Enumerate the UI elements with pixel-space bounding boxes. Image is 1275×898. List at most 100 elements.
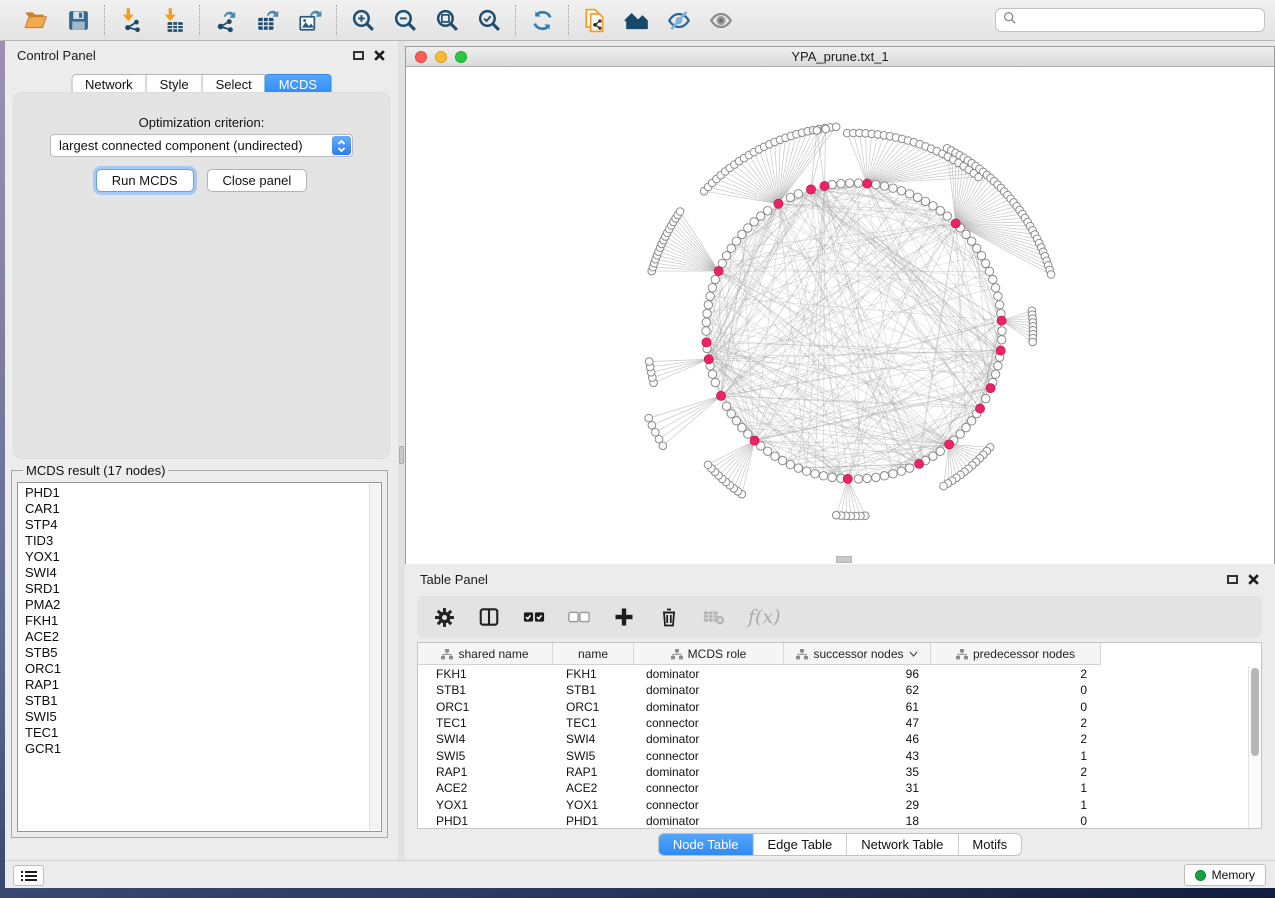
table-cell: 2 bbox=[931, 716, 1101, 730]
table-cell: connector bbox=[634, 781, 784, 795]
mcds-result-item[interactable]: FKH1 bbox=[25, 613, 381, 629]
mcds-result-item[interactable]: STP4 bbox=[25, 517, 381, 533]
mcds-result-item[interactable]: ACE2 bbox=[25, 629, 381, 645]
select-all-icon[interactable] bbox=[523, 606, 545, 628]
float-table-panel-icon[interactable] bbox=[1227, 575, 1238, 584]
network-title: YPA_prune.txt_1 bbox=[406, 47, 1274, 67]
mcds-result-item[interactable]: GCR1 bbox=[25, 741, 381, 757]
mcds-result-item[interactable]: RAP1 bbox=[25, 677, 381, 693]
network-titlebar[interactable]: YPA_prune.txt_1 bbox=[406, 47, 1274, 67]
zoom-in-icon[interactable] bbox=[350, 7, 376, 33]
network-graph bbox=[406, 68, 1274, 564]
export-network-icon[interactable] bbox=[213, 7, 239, 33]
close-panel-icon[interactable] bbox=[373, 49, 386, 62]
table-row[interactable]: ACE2ACE2connector311 bbox=[418, 780, 1248, 796]
right-area: YPA_prune.txt_1 Table Panel bbox=[405, 41, 1275, 860]
table-cell: 62 bbox=[784, 683, 931, 697]
table-row[interactable]: STB1STB1dominator620 bbox=[418, 682, 1248, 698]
table-row[interactable]: SWI5SWI5connector431 bbox=[418, 747, 1248, 763]
mcds-result-item[interactable]: CAR1 bbox=[25, 501, 381, 517]
maximize-window-icon[interactable] bbox=[455, 51, 467, 63]
mcds-result-item[interactable]: SWI5 bbox=[25, 709, 381, 725]
table-row[interactable]: FKH1FKH1dominator962 bbox=[418, 666, 1248, 682]
mcds-result-item[interactable]: PMA2 bbox=[25, 597, 381, 613]
table-cell: YOX1 bbox=[418, 798, 553, 812]
export-image-icon[interactable] bbox=[297, 7, 323, 33]
mcds-result-item[interactable]: STB1 bbox=[25, 693, 381, 709]
mcds-result-item[interactable]: YOX1 bbox=[25, 549, 381, 565]
function-builder-icon: f(x) bbox=[748, 606, 781, 628]
tab-network-table[interactable]: Network Table bbox=[846, 834, 957, 855]
table-scrollbar-thumb[interactable] bbox=[1251, 668, 1259, 756]
panel-splitter[interactable] bbox=[398, 41, 405, 860]
tab-edge-table[interactable]: Edge Table bbox=[752, 834, 846, 855]
table-cell: dominator bbox=[634, 683, 784, 697]
close-panel-button[interactable]: Close panel bbox=[207, 169, 308, 192]
import-network-icon[interactable] bbox=[118, 7, 144, 33]
table-row[interactable]: YOX1YOX1connector291 bbox=[418, 796, 1248, 812]
table-row[interactable]: ORC1ORC1dominator610 bbox=[418, 699, 1248, 715]
mcds-result-item[interactable]: TID3 bbox=[25, 533, 381, 549]
import-table-icon[interactable] bbox=[160, 7, 186, 33]
tab-node-table[interactable]: Node Table bbox=[659, 834, 753, 855]
zoom-selected-icon[interactable] bbox=[476, 7, 502, 33]
table-row[interactable]: SWI4SWI4dominator462 bbox=[418, 731, 1248, 747]
table-toolbar: f(x) bbox=[417, 596, 1262, 638]
mcds-result-item[interactable]: STB5 bbox=[25, 645, 381, 661]
table-tabs: Node Table Edge Table Network Table Moti… bbox=[658, 833, 1022, 856]
column-header-successor-nodes[interactable]: successor nodes bbox=[784, 643, 931, 665]
run-mcds-button[interactable]: Run MCDS bbox=[96, 169, 194, 192]
mcds-result-item[interactable]: SRD1 bbox=[25, 581, 381, 597]
table-cell: 46 bbox=[784, 732, 931, 746]
memory-button[interactable]: Memory bbox=[1184, 864, 1266, 886]
select-stepper-icon bbox=[332, 136, 351, 155]
network-home-icon[interactable] bbox=[624, 7, 650, 33]
table-row[interactable]: TEC1TEC1connector472 bbox=[418, 715, 1248, 731]
table-row[interactable]: RAP1RAP1dominator352 bbox=[418, 764, 1248, 780]
zoom-fit-icon[interactable] bbox=[434, 7, 460, 33]
column-header-shared-name[interactable]: shared name bbox=[418, 643, 553, 665]
network-canvas[interactable] bbox=[406, 68, 1274, 564]
task-history-button[interactable] bbox=[13, 865, 44, 886]
settings-gear-icon[interactable] bbox=[433, 606, 455, 628]
network-hscroll-thumb[interactable] bbox=[836, 556, 852, 563]
float-panel-icon[interactable] bbox=[353, 51, 364, 60]
column-header-MCDS-role[interactable]: MCDS role bbox=[634, 643, 784, 665]
hide-graphics-details-icon[interactable] bbox=[666, 7, 692, 33]
table-cell: 2 bbox=[931, 765, 1101, 779]
table-body[interactable]: FKH1FKH1dominator962STB1STB1dominator620… bbox=[418, 666, 1248, 828]
close-window-icon[interactable] bbox=[415, 51, 427, 63]
table-scrollbar[interactable] bbox=[1248, 666, 1261, 828]
splitter-handle[interactable] bbox=[399, 446, 404, 464]
open-file-icon[interactable] bbox=[23, 7, 49, 33]
export-table-icon[interactable] bbox=[255, 7, 281, 33]
show-columns-icon[interactable] bbox=[478, 606, 500, 628]
zoom-out-icon[interactable] bbox=[392, 7, 418, 33]
criterion-select[interactable]: largest connected component (undirected) bbox=[50, 134, 353, 157]
mcds-result-list[interactable]: PHD1CAR1STP4TID3YOX1SWI4SRD1PMA2FKH1ACE2… bbox=[17, 482, 382, 832]
mcds-result-item[interactable]: ORC1 bbox=[25, 661, 381, 677]
column-header-name[interactable]: name bbox=[553, 643, 634, 665]
table-row[interactable]: PHD1PHD1dominator180 bbox=[418, 813, 1248, 829]
close-table-panel-icon[interactable] bbox=[1247, 573, 1260, 586]
delete-column-icon[interactable] bbox=[658, 606, 680, 628]
show-graphics-details-icon[interactable] bbox=[708, 7, 734, 33]
mcds-list-scrollbar[interactable] bbox=[369, 484, 380, 830]
column-label: name bbox=[578, 647, 608, 661]
minimize-window-icon[interactable] bbox=[435, 51, 447, 63]
mcds-result-item[interactable]: TEC1 bbox=[25, 725, 381, 741]
mcds-result-item[interactable]: PHD1 bbox=[25, 485, 381, 501]
refresh-layout-icon[interactable] bbox=[529, 7, 555, 33]
search-input[interactable] bbox=[1022, 12, 1257, 28]
table-cell: dominator bbox=[634, 814, 784, 828]
search-box[interactable] bbox=[995, 8, 1265, 32]
save-session-icon[interactable] bbox=[65, 7, 91, 33]
column-header-predecessor-nodes[interactable]: predecessor nodes bbox=[931, 643, 1101, 665]
table-panel-title: Table Panel bbox=[420, 572, 488, 587]
clone-network-icon[interactable] bbox=[582, 7, 608, 33]
add-column-icon[interactable] bbox=[613, 606, 635, 628]
tab-motifs[interactable]: Motifs bbox=[957, 834, 1021, 855]
deselect-all-icon[interactable] bbox=[568, 606, 590, 628]
mcds-result-item[interactable]: SWI4 bbox=[25, 565, 381, 581]
table-cell: connector bbox=[634, 749, 784, 763]
